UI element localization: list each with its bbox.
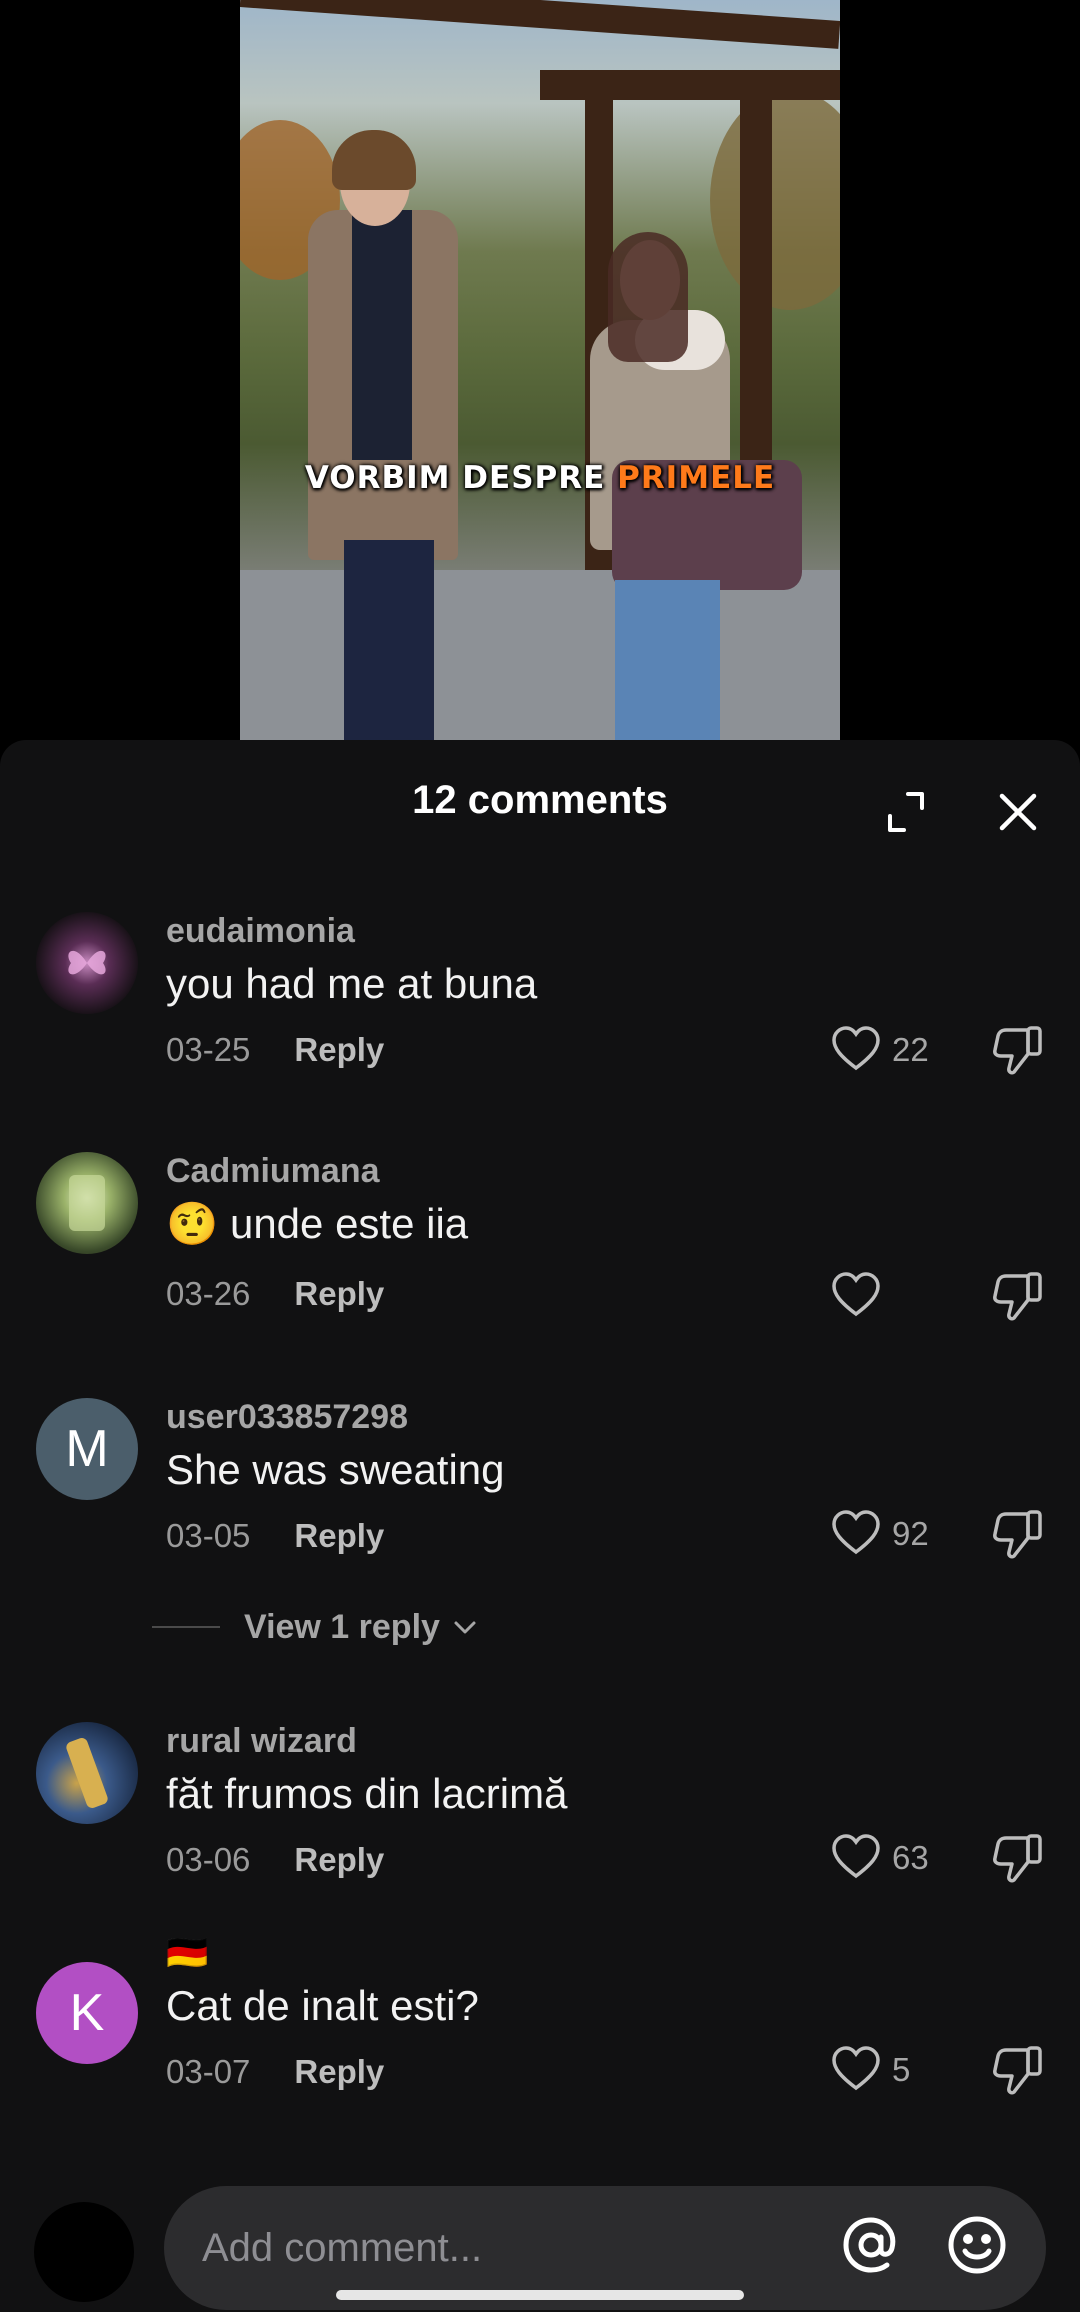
comment-date: 03-05: [166, 1517, 251, 1554]
like-button[interactable]: 63: [830, 1830, 950, 1886]
butterfly-icon: [68, 950, 106, 975]
comment-body: 🇩🇪 Cat de inalt esti? 03-07 Reply: [166, 1932, 806, 2094]
like-button[interactable]: 5: [830, 2042, 950, 2098]
comment-username[interactable]: eudaimonia: [166, 910, 806, 952]
reply-button[interactable]: Reply: [294, 2053, 384, 2090]
comment-body: rural wizard făt frumos din lacrimă 03-0…: [166, 1720, 806, 1882]
comment-text: 🤨 unde este iia: [166, 1200, 469, 1247]
comment-body: Cadmiumana 🤨 unde este iia 03-26 Reply: [166, 1150, 806, 1316]
caption-text-white: VORBIM DESPRE: [304, 460, 606, 496]
comment-username[interactable]: user033857298: [166, 1396, 806, 1438]
drink-glass-shape: [69, 1175, 105, 1231]
divider-line: [152, 1626, 220, 1628]
comment-username[interactable]: 🇩🇪: [166, 1932, 806, 1974]
person-woman-hair: [608, 232, 688, 362]
reply-button[interactable]: Reply: [294, 1841, 384, 1878]
reply-button[interactable]: Reply: [294, 1275, 384, 1312]
avatar[interactable]: M: [36, 1398, 138, 1500]
caption-text-highlight: PRIMELE: [617, 460, 776, 496]
comment-body: eudaimonia you had me at buna 03-25 Reply: [166, 910, 806, 1072]
chevron-down-icon: [454, 1621, 476, 1634]
heart-icon: [832, 2046, 880, 2091]
comment-text: She was sweating: [166, 1446, 505, 1493]
comment-date: 03-25: [166, 1031, 251, 1068]
comment-username[interactable]: rural wizard: [166, 1720, 806, 1762]
like-button[interactable]: [830, 1268, 950, 1324]
my-avatar[interactable]: [34, 2202, 134, 2302]
thumbs-down-icon[interactable]: [990, 1506, 1046, 1562]
thumbs-down-icon[interactable]: [990, 1830, 1046, 1886]
heart-icon: [832, 1272, 880, 1317]
avatar-letter: K: [69, 1984, 105, 2042]
comment-date: 03-06: [166, 1841, 251, 1878]
comment-meta: 03-05 Reply: [166, 1514, 806, 1558]
comment-text: făt frumos din lacrimă: [166, 1770, 568, 1817]
like-count: 63: [892, 1839, 929, 1876]
thumbs-down-icon[interactable]: [990, 1022, 1046, 1078]
thumbs-down-icon[interactable]: [990, 1268, 1046, 1324]
view-replies-label: View 1 reply: [244, 1607, 440, 1646]
smiley-icon[interactable]: [944, 2212, 1010, 2278]
video-caption: VORBIM DESPRE PRIMELE: [240, 460, 840, 496]
avatar[interactable]: K: [36, 1962, 138, 2064]
reply-button[interactable]: Reply: [294, 1031, 384, 1068]
like-count: 92: [892, 1515, 929, 1552]
person-woman-jeans: [615, 580, 720, 740]
comments-sheet: 12 comments eudaimonia you had me at bun…: [0, 740, 1080, 2312]
reply-button[interactable]: Reply: [294, 1517, 384, 1554]
pergola-beam: [240, 0, 840, 49]
at-sign-icon[interactable]: [838, 2212, 904, 2278]
comment-meta: 03-26 Reply: [166, 1272, 806, 1316]
pavement: [240, 570, 840, 740]
avatar[interactable]: [36, 1152, 138, 1254]
comment-date: 03-26: [166, 1275, 251, 1312]
comment-date: 03-07: [166, 2053, 251, 2090]
video-player[interactable]: VORBIM DESPRE PRIMELE: [0, 0, 1080, 740]
heart-icon: [832, 1510, 880, 1555]
expand-icon[interactable]: [878, 784, 934, 840]
comment-body: user033857298 She was sweating 03-05 Repl…: [166, 1396, 806, 1558]
comment-meta: 03-25 Reply: [166, 1028, 806, 1072]
avatar-letter: M: [65, 1420, 109, 1478]
person-man-hair: [332, 130, 416, 190]
like-count: 22: [892, 1031, 929, 1068]
comment-text: Cat de inalt esti?: [166, 1982, 479, 2029]
heart-icon: [832, 1834, 880, 1879]
comment-meta: 03-07 Reply: [166, 2050, 806, 2094]
view-replies-button[interactable]: View 1 reply: [152, 1602, 480, 1652]
avatar[interactable]: [36, 912, 138, 1014]
comment-text: you had me at buna: [166, 960, 538, 1007]
person-man-trousers: [344, 540, 434, 740]
avatar[interactable]: [36, 1722, 138, 1824]
like-count: 5: [892, 2051, 911, 2088]
heart-icon: [832, 1026, 880, 1071]
comment-meta: 03-06 Reply: [166, 1838, 806, 1882]
comment-username[interactable]: Cadmiumana: [166, 1150, 806, 1192]
person-man-sweater: [352, 210, 412, 460]
wizard-figure-shape: [64, 1736, 110, 1810]
close-icon[interactable]: [990, 784, 1046, 840]
like-button[interactable]: 22: [830, 1022, 950, 1078]
thumbs-down-icon[interactable]: [990, 2042, 1046, 2098]
home-indicator[interactable]: [336, 2290, 744, 2300]
like-button[interactable]: 92: [830, 1506, 950, 1562]
tree-shape: [710, 90, 840, 310]
video-frame: VORBIM DESPRE PRIMELE: [240, 0, 840, 740]
